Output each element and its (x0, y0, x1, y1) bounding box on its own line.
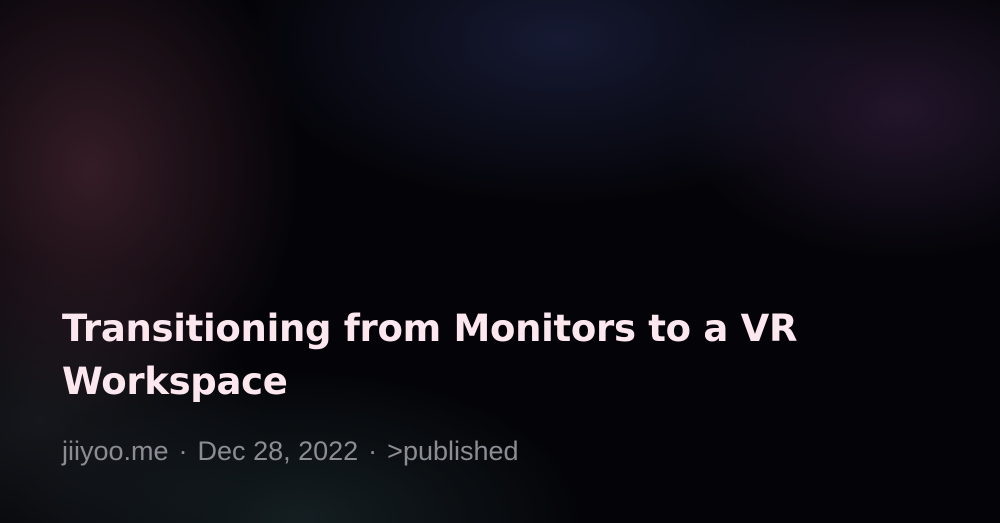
post-card: Transitioning from Monitors to a VR Work… (0, 0, 1000, 523)
site-name: jiiyoo.me (62, 436, 169, 466)
post-content: Transitioning from Monitors to a VR Work… (62, 302, 922, 468)
meta-separator: · (178, 436, 188, 466)
post-meta: jiiyoo.me · Dec 28, 2022 · >published (62, 434, 922, 468)
post-title: Transitioning from Monitors to a VR Work… (62, 307, 798, 403)
post-tag: >published (387, 436, 519, 466)
meta-separator: · (368, 436, 378, 466)
post-date: Dec 28, 2022 (197, 436, 359, 466)
